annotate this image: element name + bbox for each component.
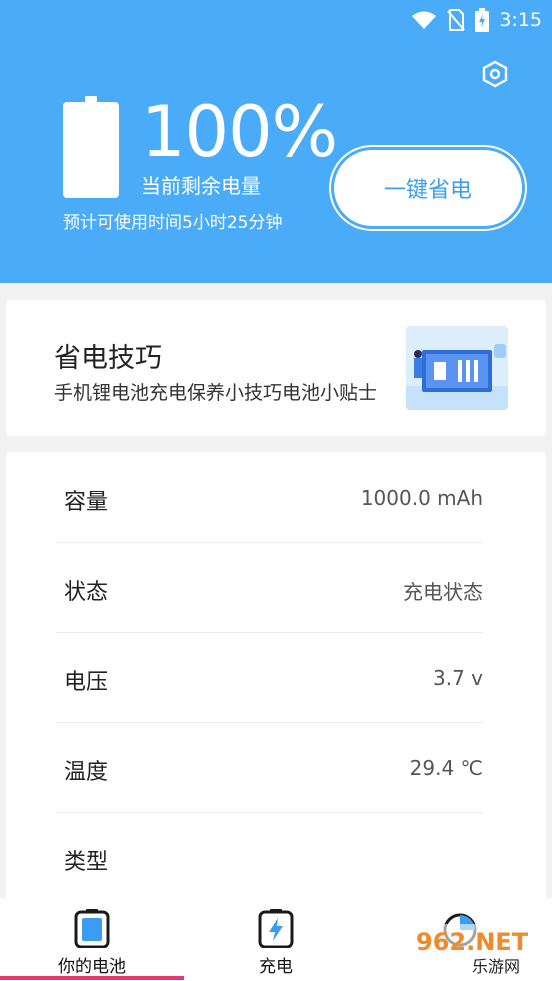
estimated-time: 预计可使用时间5小时25分钟 [63,213,283,233]
site-watermark-logo: 962.NET 乐游网 [412,924,550,978]
watermark-subtext: 乐游网 [472,957,520,976]
info-label: 容量 [64,490,109,515]
one-key-save-button[interactable]: 一键省电 [334,150,522,226]
battery-info-card: 容量 1000.0 mAh 状态 充电状态 电压 3.7 v 温度 29.4 ℃… [6,452,546,912]
info-label: 状态 [64,580,109,605]
info-row-capacity: 容量 1000.0 mAh [56,452,483,543]
nav-charging[interactable]: 充电 [184,898,368,981]
settings-button[interactable] [479,58,511,90]
info-label: 类型 [64,850,109,875]
battery-percent: 100% [141,91,338,173]
charging-icon [258,909,294,948]
remaining-label: 当前剩余电量 [141,174,261,198]
info-value: 29.4 ℃ [409,756,483,780]
info-value: 3.7 v [433,666,483,690]
nav-active-indicator [0,976,184,980]
settings-hex-icon [482,60,508,88]
tips-illustration [406,326,508,410]
header: 3:15 100% 当前剩余电量 预计可使用时间5小时25分钟 一键省电 [0,0,552,283]
info-row-voltage: 电压 3.7 v [56,632,483,723]
info-row-type: 类型 [56,812,483,902]
info-value: 充电状态 [403,580,483,604]
status-bar: 3:15 [411,6,542,34]
no-sim-icon [447,9,466,31]
watermark-text: 962.NET [416,928,529,956]
battery-charging-icon [475,8,490,32]
info-label: 温度 [64,760,109,785]
battery-level-icon [63,96,119,198]
nav-your-battery[interactable]: 你的电池 [0,898,184,981]
power-tips-card[interactable]: 省电技巧 手机锂电池充电保养小技巧电池小贴士 [6,300,546,436]
info-value: 1000.0 mAh [360,486,483,510]
tips-subtitle: 手机锂电池充电保养小技巧电池小贴士 [54,382,378,404]
info-row-status: 状态 充电状态 [56,542,483,633]
tips-title: 省电技巧 [54,343,162,374]
nav-label: 你的电池 [58,957,126,977]
battery-icon [74,909,110,948]
wifi-icon [412,11,437,29]
info-row-temperature: 温度 29.4 ℃ [56,722,483,813]
nav-label: 充电 [259,957,293,977]
info-label: 电压 [64,670,109,695]
status-time: 3:15 [499,9,542,31]
